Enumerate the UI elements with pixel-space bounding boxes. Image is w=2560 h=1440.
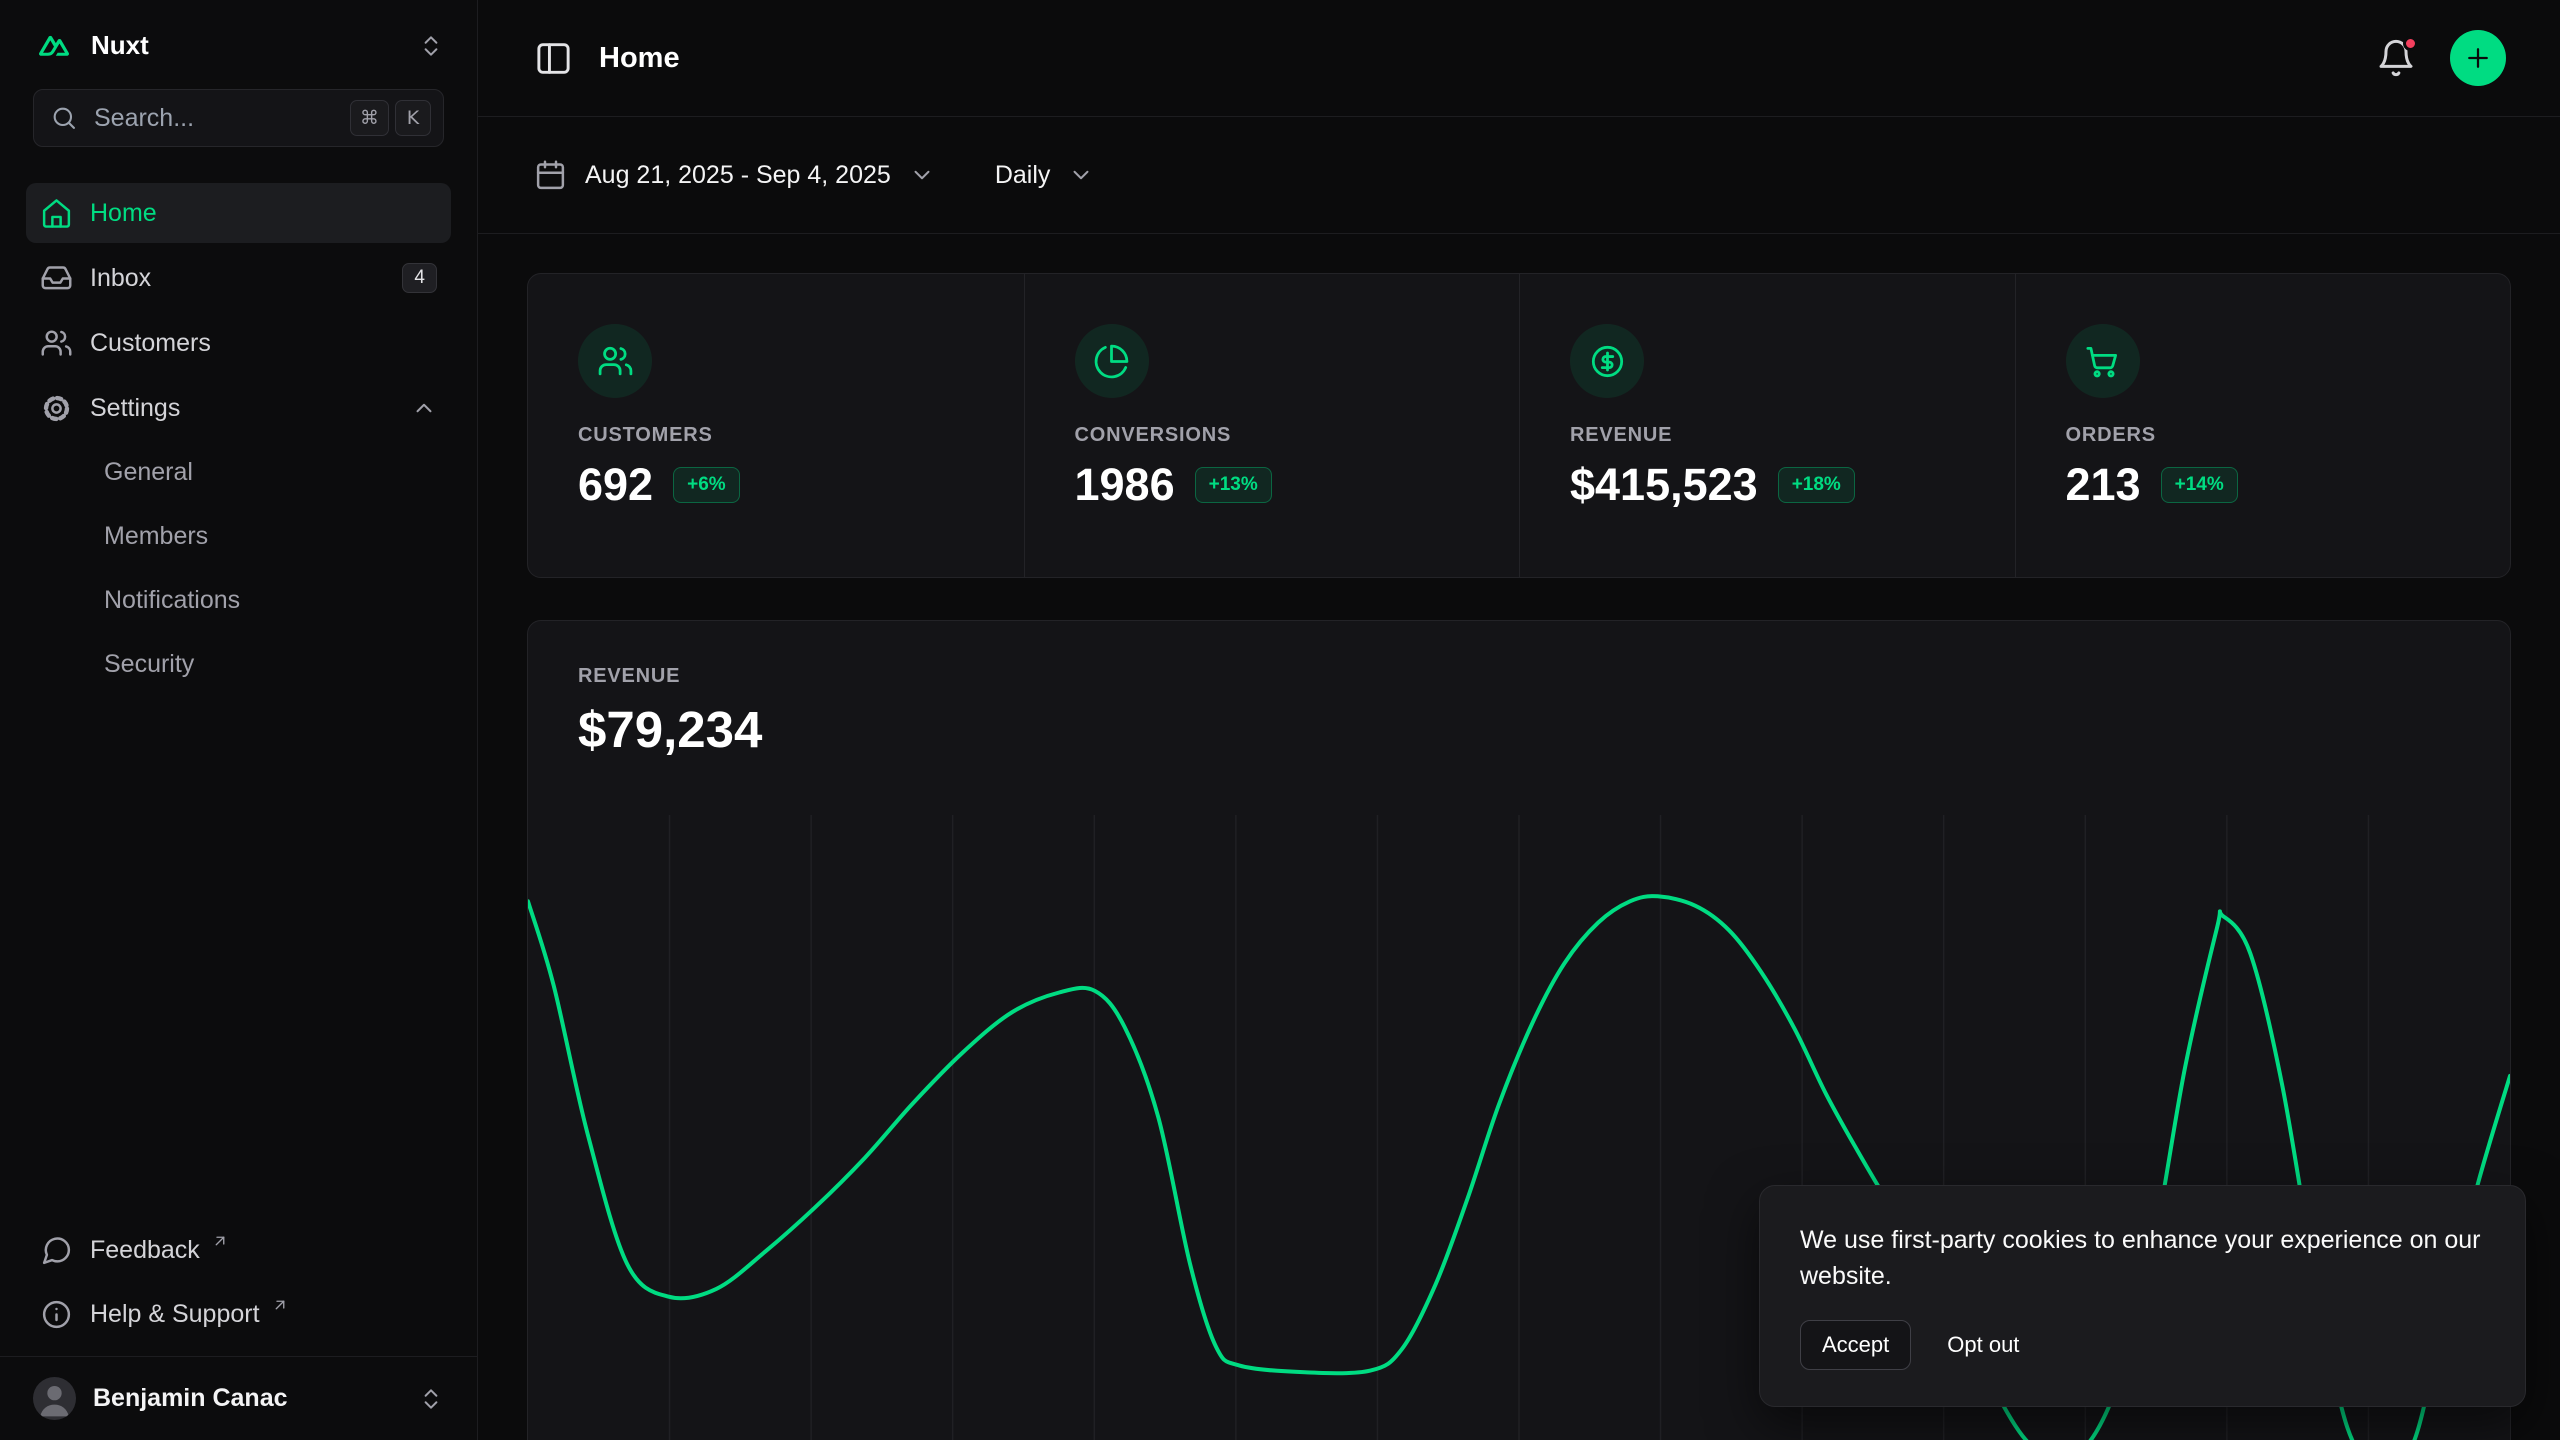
user-menu[interactable]: Benjamin Canac (0, 1356, 477, 1440)
stat-customers[interactable]: CUSTOMERS 692 +6% (528, 274, 1024, 577)
external-link-icon (271, 1296, 289, 1314)
stat-value: 692 (578, 459, 653, 511)
header-actions (2376, 30, 2506, 86)
inbox-count-badge: 4 (402, 263, 437, 293)
search-input[interactable]: Search... ⌘ K (33, 89, 444, 147)
search-icon (50, 104, 78, 132)
sidebar-toggle-button[interactable] (534, 39, 573, 78)
settings-subnav: General Members Notifications Security (26, 440, 451, 696)
stat-orders[interactable]: ORDERS 213 +14% (2015, 274, 2511, 577)
sidebar: Nuxt Search... ⌘ K Home Inbox 4 (0, 0, 478, 1440)
stat-delta-badge: +18% (1778, 467, 1855, 503)
sidebar-item-general[interactable]: General (26, 440, 451, 504)
sidebar-nav: Home Inbox 4 Customers Settings (26, 183, 451, 438)
stat-revenue[interactable]: REVENUE $415,523 +18% (1519, 274, 2015, 577)
home-icon (40, 197, 73, 230)
sidebar-item-label: Notifications (104, 586, 240, 615)
granularity-select[interactable]: Daily (995, 161, 1095, 190)
avatar (33, 1377, 76, 1420)
accept-button[interactable]: Accept (1800, 1320, 1911, 1370)
sidebar-item-label: General (104, 458, 193, 487)
notifications-button[interactable] (2376, 38, 2416, 78)
calendar-icon (534, 159, 567, 192)
stat-icon-circle (1075, 324, 1149, 398)
stat-value: $415,523 (1570, 459, 1758, 511)
external-link-icon (211, 1232, 229, 1250)
add-button[interactable] (2450, 30, 2506, 86)
date-range-label: Aug 21, 2025 - Sep 4, 2025 (585, 161, 891, 190)
stat-delta-badge: +13% (1195, 467, 1272, 503)
stat-label: CONVERSIONS (1075, 424, 1470, 447)
workspace-name: Nuxt (91, 30, 149, 61)
chevron-down-icon (1068, 162, 1094, 188)
stat-value: 213 (2066, 459, 2141, 511)
panel-left-icon (534, 39, 573, 78)
cookie-banner: We use first-party cookies to enhance yo… (1759, 1185, 2526, 1408)
nuxt-logo-icon (33, 31, 75, 61)
revenue-chart-value: $79,234 (578, 700, 2460, 759)
sidebar-item-home[interactable]: Home (26, 183, 451, 243)
notification-dot (2403, 36, 2418, 51)
message-bubble-icon (40, 1234, 73, 1267)
stat-icon-circle (1570, 324, 1644, 398)
kbd-k: K (395, 100, 431, 136)
chart-pie-icon (1093, 343, 1130, 380)
shopping-cart-icon (2084, 343, 2121, 380)
sidebar-item-label: Security (104, 650, 194, 679)
search-placeholder: Search... (94, 104, 194, 133)
users-icon (40, 327, 73, 360)
stat-label: REVENUE (1570, 424, 1965, 447)
stat-label: CUSTOMERS (578, 424, 974, 447)
workspace-selector[interactable]: Nuxt (0, 0, 477, 83)
granularity-label: Daily (995, 161, 1051, 190)
stat-delta-badge: +14% (2161, 467, 2238, 503)
sidebar-item-label: Customers (90, 329, 211, 358)
user-name: Benjamin Canac (93, 1384, 288, 1413)
toolbar: Aug 21, 2025 - Sep 4, 2025 Daily (478, 117, 2560, 234)
stat-icon-circle (578, 324, 652, 398)
chevrons-up-down-icon (418, 1386, 444, 1412)
date-range-picker[interactable]: Aug 21, 2025 - Sep 4, 2025 (534, 159, 935, 192)
page-title: Home (599, 42, 680, 75)
sidebar-item-security[interactable]: Security (26, 632, 451, 696)
cookie-message: We use first-party cookies to enhance yo… (1800, 1222, 2485, 1295)
sidebar-item-label: Inbox (90, 264, 151, 293)
stats-card: CUSTOMERS 692 +6% CONVERSIONS 1986 +13% (527, 273, 2511, 578)
chevrons-up-down-icon (418, 33, 444, 59)
person-silhouette-icon (33, 1377, 76, 1420)
sidebar-item-notifications[interactable]: Notifications (26, 568, 451, 632)
sidebar-item-customers[interactable]: Customers (26, 313, 451, 373)
stat-conversions[interactable]: CONVERSIONS 1986 +13% (1024, 274, 1520, 577)
sidebar-item-label: Home (90, 199, 157, 228)
stat-icon-circle (2066, 324, 2140, 398)
revenue-chart-label: REVENUE (578, 665, 2460, 688)
cookie-actions: Accept Opt out (1800, 1320, 2485, 1370)
main-header: Home (478, 0, 2560, 117)
revenue-chart-header: REVENUE $79,234 (528, 621, 2510, 759)
sidebar-item-label: Members (104, 522, 208, 551)
chevron-down-icon (909, 162, 935, 188)
gear-icon (40, 392, 73, 425)
stat-value: 1986 (1075, 459, 1175, 511)
footer-item-label: Feedback (90, 1236, 200, 1265)
plus-icon (2463, 43, 2493, 73)
footer-item-label: Help & Support (90, 1300, 260, 1329)
sidebar-item-label: Settings (90, 394, 180, 423)
stat-delta-badge: +6% (673, 467, 740, 503)
feedback-link[interactable]: Feedback (26, 1218, 451, 1282)
sidebar-item-inbox[interactable]: Inbox 4 (26, 248, 451, 308)
search-shortcut: ⌘ K (350, 100, 431, 136)
opt-out-button[interactable]: Opt out (1947, 1332, 2019, 1358)
sidebar-item-members[interactable]: Members (26, 504, 451, 568)
help-support-link[interactable]: Help & Support (26, 1282, 451, 1346)
chevron-up-icon (411, 395, 437, 421)
info-circle-icon (40, 1298, 73, 1331)
currency-dollar-icon (1589, 343, 1626, 380)
users-icon (597, 343, 634, 380)
stat-label: ORDERS (2066, 424, 2461, 447)
sidebar-footer: Feedback Help & Support (0, 1218, 477, 1356)
inbox-icon (40, 262, 73, 295)
sidebar-item-settings[interactable]: Settings (26, 378, 451, 438)
kbd-cmd: ⌘ (350, 100, 389, 136)
